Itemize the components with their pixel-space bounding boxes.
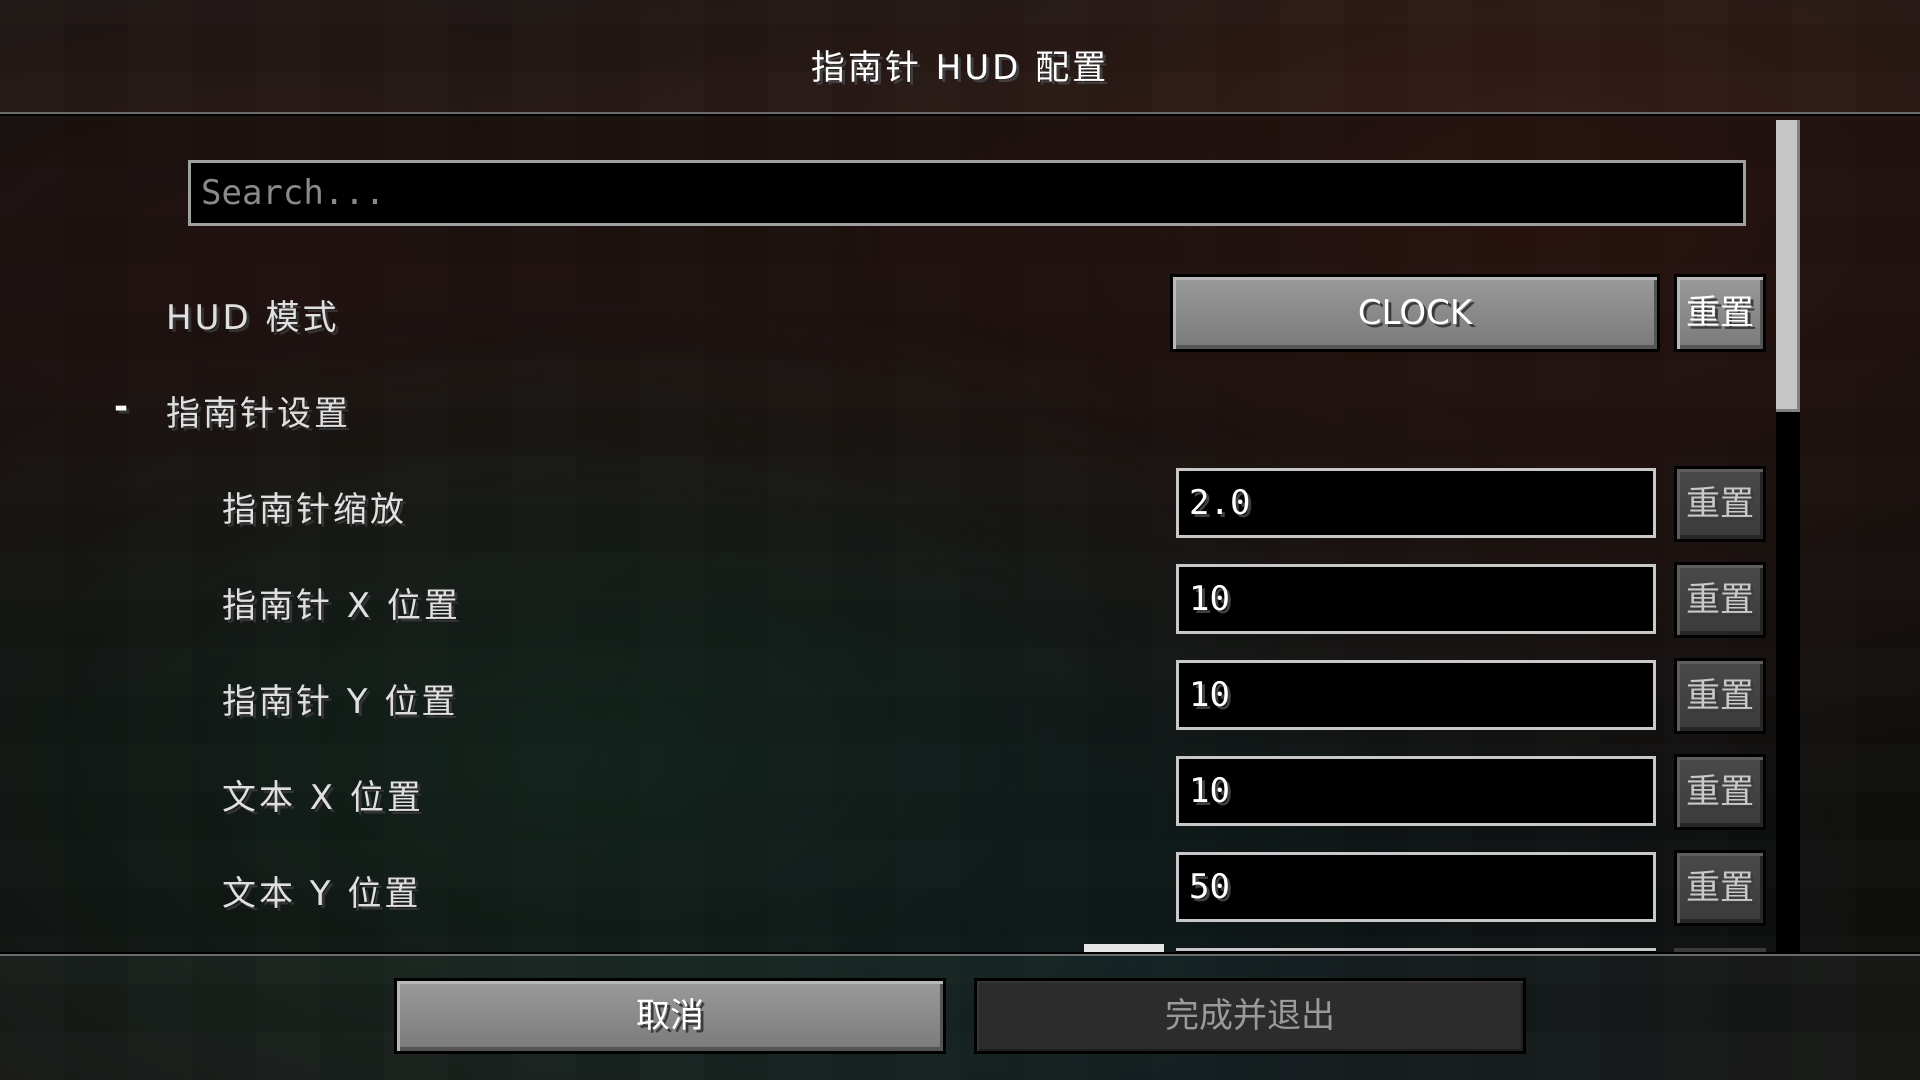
- text-y-input[interactable]: 50: [1176, 852, 1656, 922]
- partial-row-toggle[interactable]: [1084, 944, 1164, 954]
- compass-section-label: 指南针设置: [166, 394, 351, 434]
- header-divider: [0, 112, 1920, 114]
- compass-y-label: 指南针 Y 位置: [222, 682, 459, 722]
- compass-y-reset-button[interactable]: 重置: [1674, 658, 1766, 734]
- footer-bar: [0, 956, 1920, 1080]
- compass-x-input[interactable]: 10: [1176, 564, 1656, 634]
- cancel-button[interactable]: 取消: [394, 978, 946, 1054]
- scrollbar-thumb[interactable]: [1776, 120, 1800, 412]
- page-title: 指南针 HUD 配置: [810, 48, 1110, 88]
- compass-scale-input[interactable]: 2.0: [1176, 468, 1656, 538]
- search-input[interactable]: [188, 160, 1746, 226]
- hud-mode-button[interactable]: CLOCK: [1170, 274, 1660, 352]
- compass-y-input[interactable]: 10: [1176, 660, 1656, 730]
- hud-mode-label: HUD 模式: [166, 298, 340, 338]
- compass-section-collapse-toggle[interactable]: -: [114, 388, 138, 426]
- text-x-label: 文本 X 位置: [222, 778, 424, 818]
- compass-x-label: 指南针 X 位置: [222, 586, 461, 626]
- compass-x-reset-button[interactable]: 重置: [1674, 562, 1766, 638]
- text-x-reset-button[interactable]: 重置: [1674, 754, 1766, 830]
- done-and-exit-button[interactable]: 完成并退出: [974, 978, 1526, 1054]
- compass-scale-reset-button[interactable]: 重置: [1674, 466, 1766, 542]
- text-x-input[interactable]: 10: [1176, 756, 1656, 826]
- hud-mode-reset-button[interactable]: 重置: [1674, 274, 1766, 352]
- compass-scale-label: 指南针缩放: [222, 490, 407, 530]
- text-y-label: 文本 Y 位置: [222, 874, 422, 914]
- text-y-reset-button[interactable]: 重置: [1674, 850, 1766, 926]
